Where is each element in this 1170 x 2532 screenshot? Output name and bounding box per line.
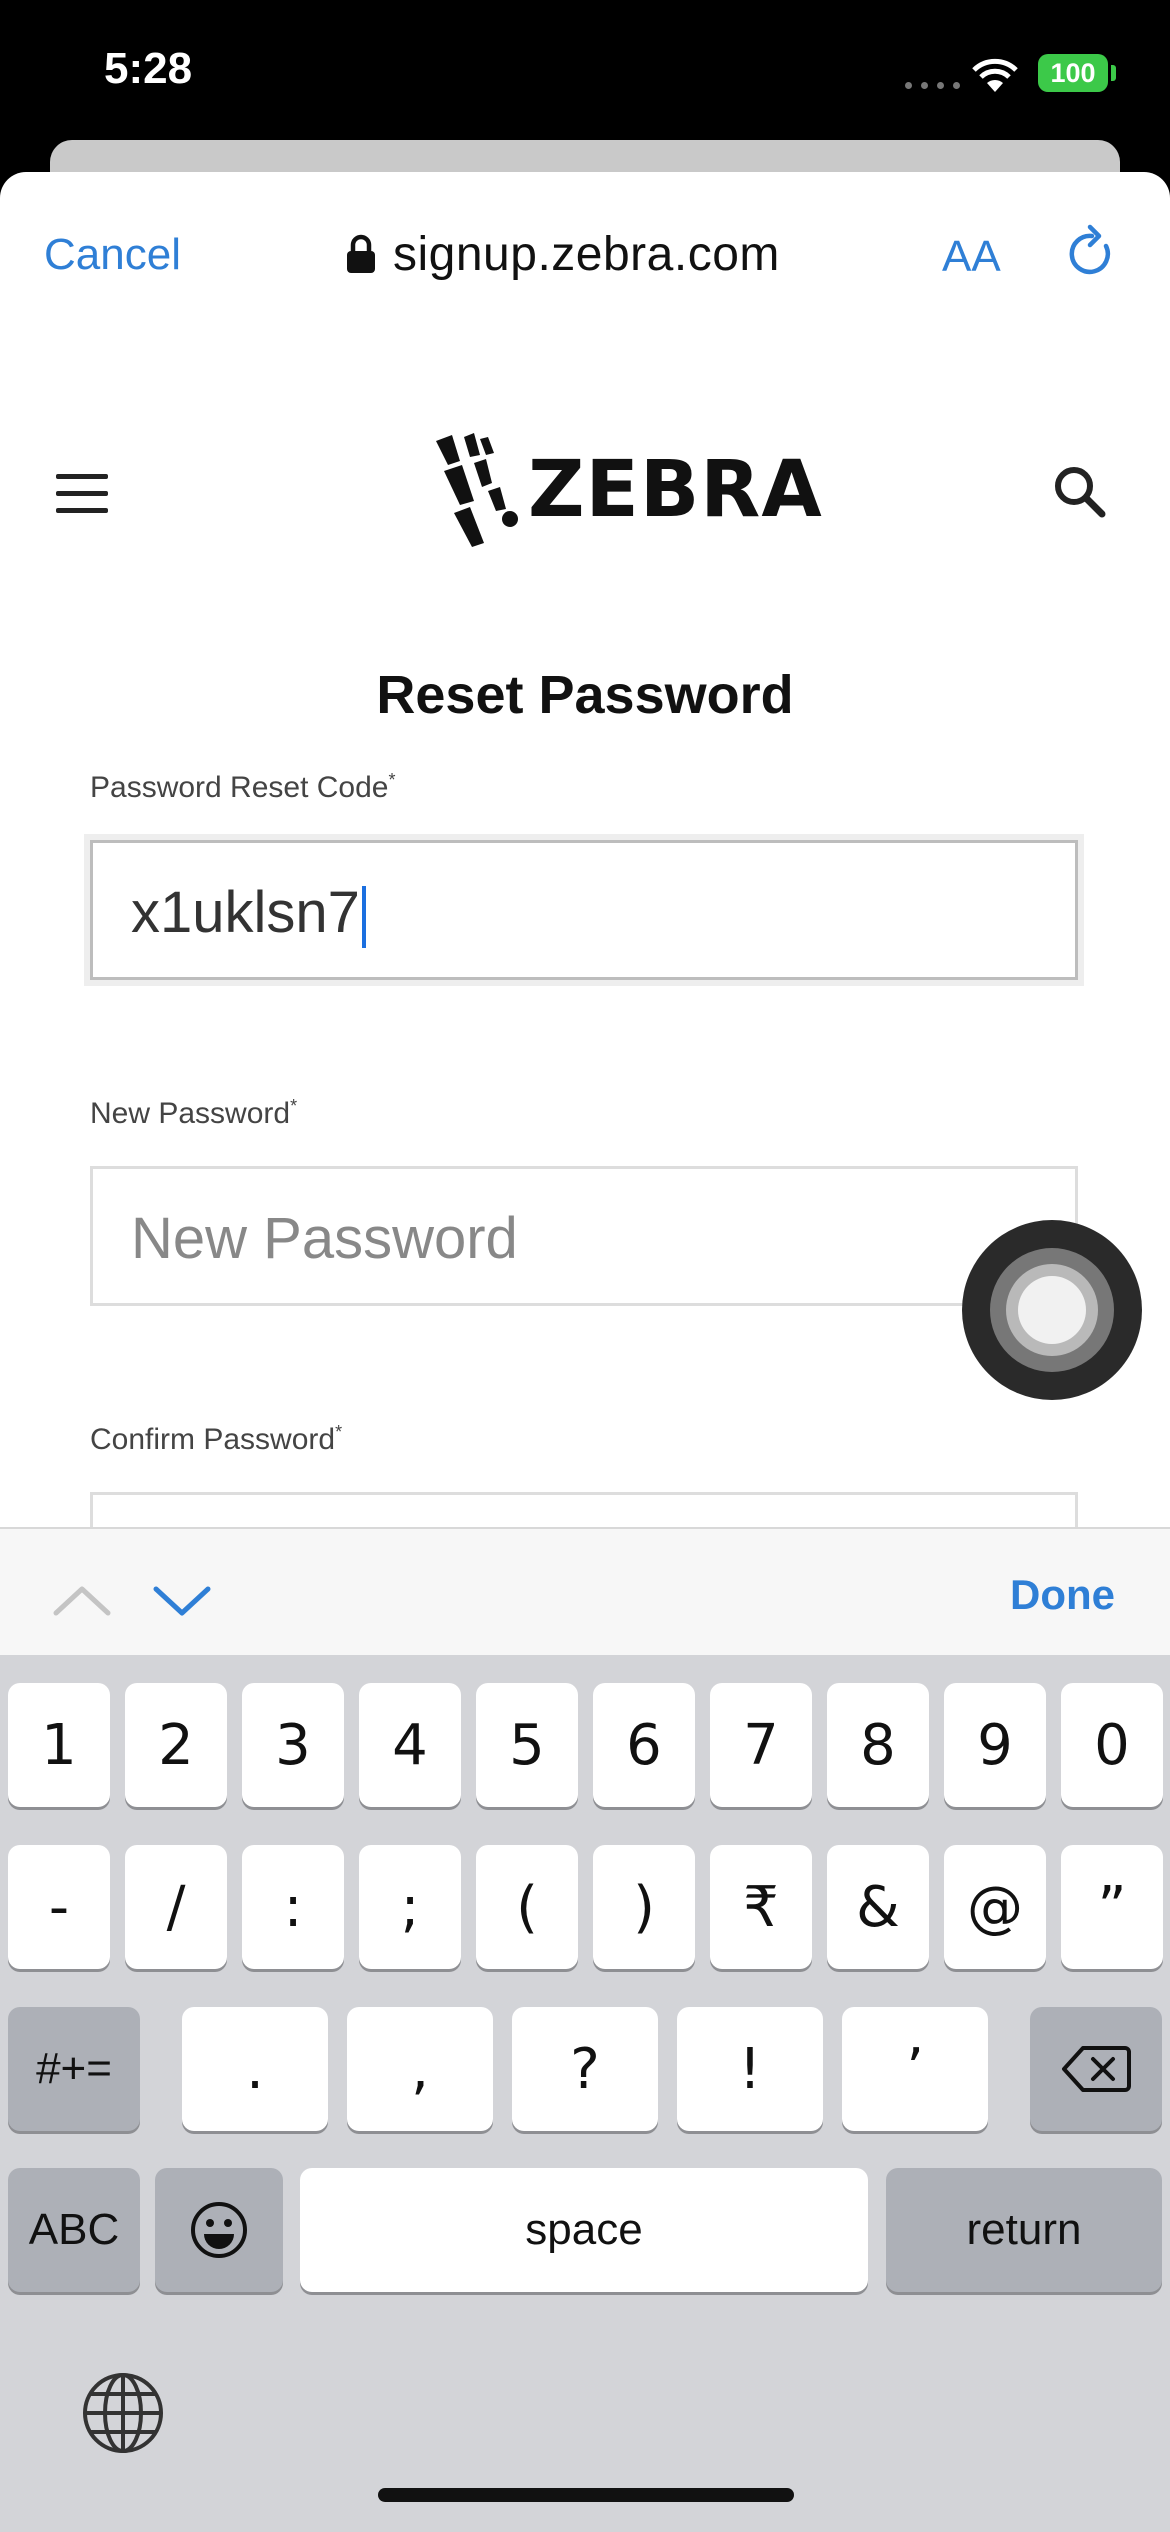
key-7[interactable]: 7 <box>710 1683 812 1807</box>
url-bar[interactable]: signup.zebra.com <box>345 224 780 284</box>
key-3[interactable]: 3 <box>242 1683 344 1807</box>
reset-code-label-text: Password Reset Code <box>90 771 389 804</box>
space-key[interactable]: space <box>300 2168 868 2292</box>
reset-code-value: x1uklsn7 <box>131 879 366 948</box>
key-1[interactable]: 1 <box>8 1683 110 1807</box>
assistive-touch-button[interactable] <box>962 1220 1142 1400</box>
url-domain: signup.zebra.com <box>393 227 780 281</box>
emoji-icon <box>191 2202 247 2258</box>
confirm-password-input[interactable] <box>90 1492 1078 1527</box>
key-2[interactable]: 2 <box>125 1683 227 1807</box>
home-indicator <box>378 2488 794 2502</box>
return-key[interactable]: return <box>886 2168 1162 2292</box>
key-ampersand[interactable]: & <box>827 1845 929 1969</box>
key-comma[interactable]: , <box>347 2007 493 2131</box>
wifi-icon <box>972 58 1018 92</box>
required-marker: * <box>335 1422 343 1442</box>
key-colon[interactable]: : <box>242 1845 344 1969</box>
hamburger-menu-icon[interactable] <box>56 474 108 514</box>
page-title: Reset Password <box>376 665 794 725</box>
key-quote[interactable]: ” <box>1061 1845 1163 1969</box>
globe-icon[interactable] <box>80 2370 166 2456</box>
key-hyphen[interactable]: - <box>8 1845 110 1969</box>
text-size-label: AA <box>942 232 1001 281</box>
key-apostrophe[interactable]: ’ <box>842 2007 988 2131</box>
key-open-paren[interactable]: ( <box>476 1845 578 1969</box>
abc-key[interactable]: ABC <box>8 2168 140 2292</box>
backspace-icon <box>1062 2046 1131 2092</box>
logo-wordmark: ZEBRA <box>528 445 823 535</box>
key-period[interactable]: . <box>182 2007 328 2131</box>
confirm-password-label-text: Confirm Password <box>90 1423 336 1456</box>
new-password-label-text: New Password <box>90 1097 291 1130</box>
key-rupee[interactable]: ₹ <box>710 1845 812 1969</box>
new-password-label: New Password* <box>90 1096 297 1131</box>
key-at[interactable]: @ <box>944 1845 1046 1969</box>
battery-cap <box>1111 65 1116 81</box>
new-password-placeholder: New Password <box>131 1206 518 1271</box>
lock-icon <box>347 234 375 273</box>
confirm-password-label: Confirm Password* <box>90 1422 342 1457</box>
required-marker: * <box>388 770 396 790</box>
key-close-paren[interactable]: ) <box>593 1845 695 1969</box>
status-time: 5:28 <box>104 44 193 93</box>
reload-icon[interactable] <box>1062 224 1122 284</box>
status-bar: 5:28 100 <box>0 0 1170 150</box>
key-slash[interactable]: / <box>125 1845 227 1969</box>
chevron-up-icon[interactable] <box>52 1583 112 1619</box>
key-4[interactable]: 4 <box>359 1683 461 1807</box>
key-0[interactable]: 0 <box>1061 1683 1163 1807</box>
key-9[interactable]: 9 <box>944 1683 1046 1807</box>
battery-indicator: 100 <box>1038 54 1108 92</box>
key-question[interactable]: ? <box>512 2007 658 2131</box>
keyboard-accessory-bar: Done <box>0 1527 1170 1655</box>
cancel-button[interactable]: Cancel <box>44 230 181 280</box>
backspace-key[interactable] <box>1030 2007 1162 2131</box>
zebra-logo: ZEBRA <box>430 430 823 550</box>
zebra-head-icon <box>436 433 518 547</box>
required-marker: * <box>290 1096 298 1116</box>
key-6[interactable]: 6 <box>593 1683 695 1807</box>
reset-code-label: Password Reset Code* <box>90 770 396 805</box>
key-semicolon[interactable]: ; <box>359 1845 461 1969</box>
text-size-button[interactable]: AA <box>942 232 1001 282</box>
key-8[interactable]: 8 <box>827 1683 929 1807</box>
emoji-key[interactable] <box>155 2168 283 2292</box>
search-icon[interactable] <box>1050 462 1108 520</box>
reset-code-input[interactable]: x1uklsn7 <box>90 840 1078 980</box>
reset-code-text: x1uklsn7 <box>131 880 360 945</box>
chevron-down-icon[interactable] <box>152 1583 212 1619</box>
key-more-symbols[interactable]: #+= <box>8 2007 140 2131</box>
key-5[interactable]: 5 <box>476 1683 578 1807</box>
cellular-signal-icon <box>905 76 969 94</box>
key-exclamation[interactable]: ! <box>677 2007 823 2131</box>
new-password-input[interactable]: New Password <box>90 1166 1078 1306</box>
done-button[interactable]: Done <box>1010 1571 1115 1619</box>
text-caret <box>361 885 366 948</box>
